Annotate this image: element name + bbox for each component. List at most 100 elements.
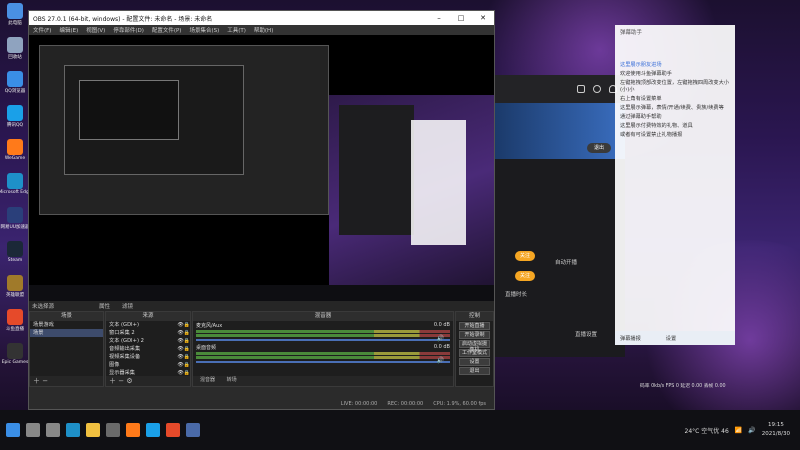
obs-icon[interactable] <box>106 423 120 437</box>
file-explorer-icon[interactable] <box>86 423 100 437</box>
auto-broadcast-label: 自动开播 <box>555 260 578 266</box>
desktop-shortcut[interactable]: Microsoft Edge <box>0 170 32 204</box>
lock-icon[interactable]: 🔒 <box>184 337 190 345</box>
control-button[interactable]: 工作室模式 <box>459 349 490 357</box>
scene-item[interactable]: 场景游戏 <box>30 321 103 329</box>
system-tray: 24°C 空气优 46 📶 🔊 19:15 2021/8/30 <box>685 410 790 450</box>
volume-fader[interactable]: 🔊 <box>196 357 450 364</box>
obs-preview-canvas[interactable] <box>29 35 494 301</box>
desktop-shortcut[interactable]: 英雄联盟 <box>2 272 28 306</box>
scenes-title: 场景 <box>30 312 103 321</box>
menu-item[interactable]: 停靠部件(D) <box>113 26 144 34</box>
desktop-shortcut[interactable]: WeGame <box>2 136 28 170</box>
desktop-shortcut-label: Steam <box>7 258 23 263</box>
remove-source-icon[interactable]: − <box>118 377 124 385</box>
close-icon[interactable]: ✕ <box>472 14 494 22</box>
minimize-icon[interactable]: – <box>428 14 450 22</box>
lock-icon[interactable]: 🔒 <box>184 321 190 329</box>
edge-icon[interactable] <box>66 423 80 437</box>
desktop-shortcut-label: Epic Games <box>1 360 29 365</box>
control-button[interactable]: 退出 <box>459 367 490 375</box>
search-icon[interactable] <box>26 423 40 437</box>
visibility-icon[interactable]: 👁 <box>177 353 183 361</box>
visibility-icon[interactable]: 👁 <box>177 329 183 337</box>
follow-button-2[interactable]: 关注 <box>515 271 535 281</box>
live-settings-label[interactable]: 直播设置 <box>575 330 597 338</box>
menu-item[interactable]: 编辑(E) <box>59 26 78 34</box>
tab-transitions[interactable]: 转场 <box>227 377 237 383</box>
visibility-icon[interactable]: 👁 <box>177 321 183 329</box>
desktop-shortcut[interactable]: Epic Games <box>2 340 28 374</box>
source-settings-icon[interactable]: ⚙ <box>126 377 132 385</box>
network-icon[interactable]: 📶 <box>735 427 742 434</box>
windows-start-icon[interactable] <box>6 423 20 437</box>
desktop-shortcut[interactable]: Steam <box>2 238 28 272</box>
mixer-tabs: 混音器 转场 <box>193 376 453 386</box>
source-item[interactable]: 🔒 👁 音频输出采集 <box>106 345 190 353</box>
tab-mixer[interactable]: 混音器 <box>200 377 215 383</box>
menu-item[interactable]: 工具(T) <box>227 26 246 34</box>
menu-item[interactable]: 配置文件(P) <box>152 26 182 34</box>
speaker-icon[interactable]: 🔊 <box>437 335 444 342</box>
properties-button[interactable]: 属性 <box>99 302 110 310</box>
task-view-icon[interactable] <box>46 423 60 437</box>
remove-scene-icon[interactable]: − <box>42 377 48 385</box>
lock-icon[interactable]: 🔒 <box>184 345 190 353</box>
wegame-icon[interactable] <box>126 423 140 437</box>
clock[interactable]: 19:15 2021/8/30 <box>762 421 790 439</box>
lock-icon[interactable]: 🔒 <box>184 353 190 361</box>
douyu-icon[interactable] <box>166 423 180 437</box>
gift-icon[interactable] <box>577 85 585 93</box>
lock-icon[interactable]: 🔒 <box>184 361 190 369</box>
control-button[interactable]: 启动虚拟摄像机 <box>459 340 490 353</box>
visibility-icon[interactable]: 👁 <box>177 361 183 369</box>
desktop-shortcut[interactable]: 回收站 <box>2 34 28 68</box>
computer-icon <box>7 3 23 19</box>
obs-window[interactable]: OBS 27.0.1 (64-bit, windows) - 配置文件: 未命名… <box>28 10 495 410</box>
desktop-shortcut[interactable]: 网易UU加速器 <box>0 204 30 238</box>
volume-fader[interactable]: 🔊 <box>196 335 450 342</box>
source-item[interactable]: 🔒 👁 文本 (GDI+) 2 <box>106 337 190 345</box>
exit-button[interactable]: 退出 <box>587 143 611 153</box>
desktop-shortcut[interactable]: 腾讯QQ <box>2 102 28 136</box>
speaker-icon[interactable]: 🔊 <box>437 357 444 364</box>
control-button[interactable]: 开始录制 <box>459 331 490 339</box>
add-scene-icon[interactable]: ＋ <box>33 377 40 385</box>
source-list: 🔒 👁 文本 (GDI+) 🔒 👁 窗口采集 2 🔒 👁 文本 (GDI+) 2 🔒 👁 音频输出采集… <box>106 321 190 379</box>
source-item[interactable]: 🔒 👁 图像 <box>106 361 190 369</box>
preview-mirror-3 <box>79 80 179 140</box>
scene-item[interactable]: 场景 <box>30 329 103 337</box>
obs-statusbar: LIVE: 00:00:00 REC: 00:00:00 CPU: 1.9%, … <box>29 399 494 409</box>
source-item[interactable]: 🔒 👁 视频采集设备 <box>106 353 190 361</box>
source-item[interactable]: 🔒 👁 文本 (GDI+) <box>106 321 190 329</box>
volume-icon[interactable]: 🔊 <box>748 427 755 434</box>
menu-item[interactable]: 视图(V) <box>86 26 105 34</box>
desktop-shortcut[interactable]: 斗鱼直播 <box>2 306 28 340</box>
control-button[interactable]: 设置 <box>459 358 490 366</box>
steam-icon[interactable] <box>186 423 200 437</box>
lock-icon[interactable]: 🔒 <box>184 329 190 337</box>
desktop-shortcut[interactable]: 此电脑 <box>2 0 28 34</box>
visibility-icon[interactable]: 👁 <box>177 345 183 353</box>
follow-button-1[interactable]: 关注 <box>515 251 535 261</box>
visibility-icon[interactable]: 👁 <box>177 337 183 345</box>
desktop-shortcut-label: Microsoft Edge <box>0 190 32 195</box>
control-button[interactable]: 开始直播 <box>459 322 490 330</box>
danmaku-broadcast-button[interactable]: 弹幕播报 <box>620 335 641 342</box>
obs-titlebar[interactable]: OBS 27.0.1 (64-bit, windows) - 配置文件: 未命名… <box>29 11 494 25</box>
menu-item[interactable]: 帮助(H) <box>254 26 273 34</box>
source-item[interactable]: 🔒 👁 窗口采集 2 <box>106 329 190 337</box>
qq-icon[interactable] <box>146 423 160 437</box>
menu-item[interactable]: 文件(F) <box>33 26 51 34</box>
menu-item[interactable]: 场景集合(S) <box>189 26 219 34</box>
add-source-icon[interactable]: ＋ <box>109 377 116 385</box>
mixer-channel: 麦克风/Aux 0.0 dB 🔊 <box>193 321 453 343</box>
settings-icon[interactable] <box>593 85 601 93</box>
chat-settings-button[interactable]: 设置 <box>666 335 676 342</box>
taskbar: 24°C 空气优 46 📶 🔊 19:15 2021/8/30 <box>0 410 800 450</box>
maximize-icon[interactable]: □ <box>450 14 472 22</box>
weather-widget[interactable]: 24°C 空气优 46 <box>685 426 729 435</box>
source-label: 文本 (GDI+) 2 <box>109 338 144 344</box>
filters-button[interactable]: 滤镜 <box>122 302 133 310</box>
desktop-shortcut[interactable]: QQ浏览器 <box>2 68 28 102</box>
